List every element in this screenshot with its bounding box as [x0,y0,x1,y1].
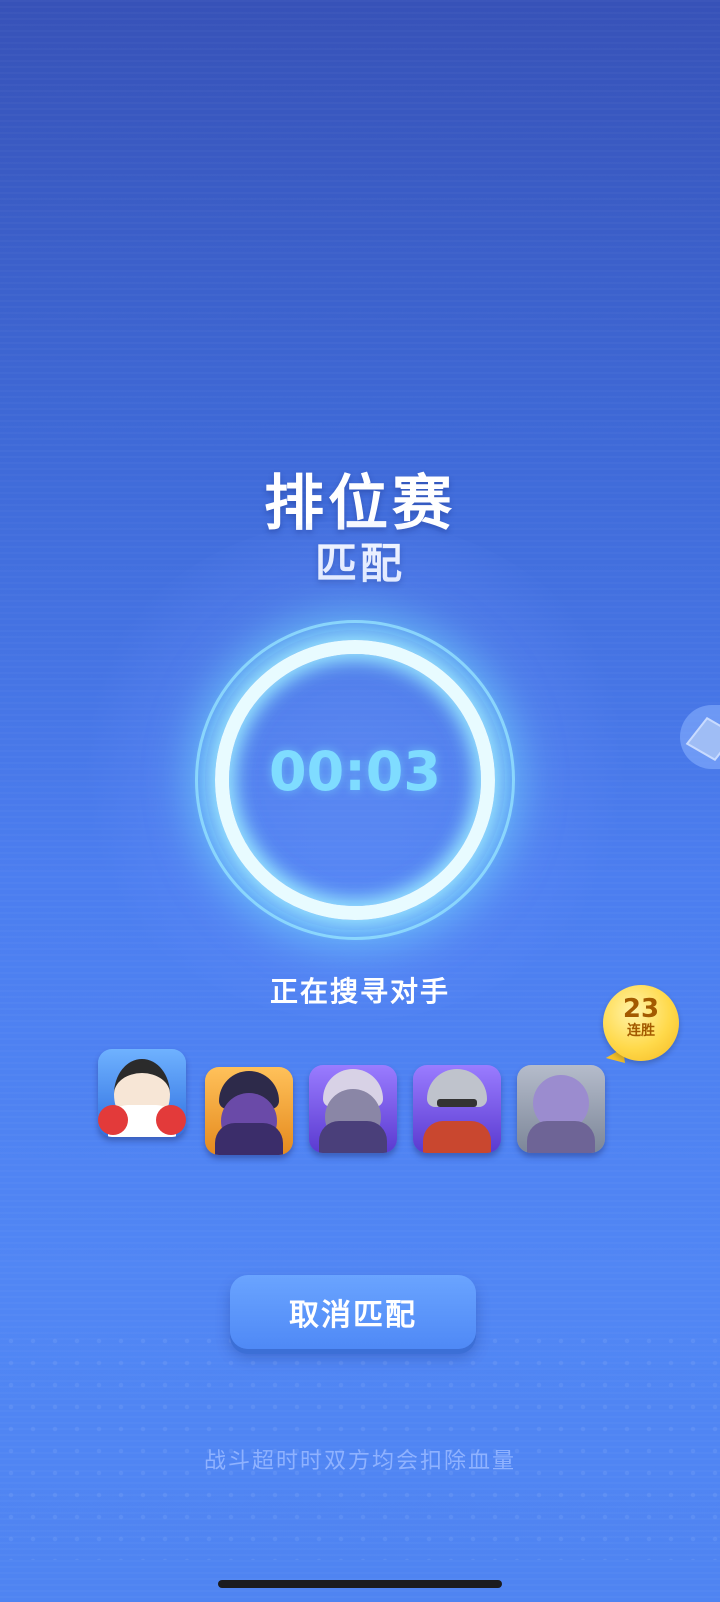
home-indicator[interactable] [218,1580,502,1588]
hero-avatar-helmet-soldier [413,1065,501,1153]
hero-avatar-purple-ghoul [517,1065,605,1153]
cancel-match-button[interactable]: 取消匹配 [230,1275,476,1349]
hero-avatar-armored-knight [309,1065,397,1153]
streak-label: 连胜 [627,1023,655,1039]
hero-avatar-horned-mage [205,1067,293,1155]
streak-count: 23 [622,994,660,1024]
hero-lineup [95,1045,615,1155]
match-timer: 00:03 [269,740,441,803]
timeout-notice: 战斗超时时双方均会扣除血量 [203,1449,516,1474]
hero-avatar-girl-pompom [98,1049,186,1137]
